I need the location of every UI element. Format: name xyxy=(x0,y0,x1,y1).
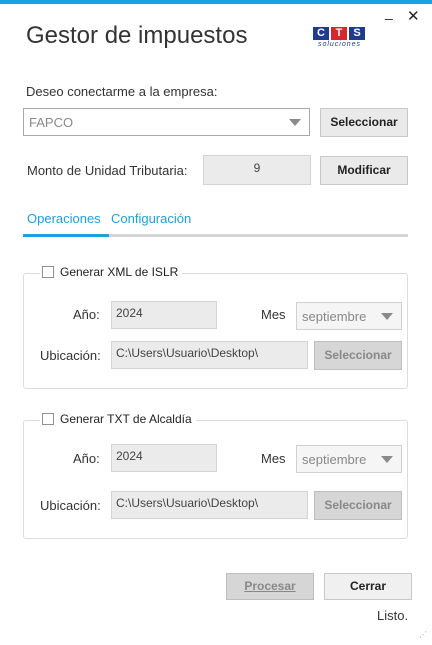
txt-group-header: Generar TXT de Alcaldía xyxy=(40,412,196,426)
logo-letter-s: S xyxy=(349,27,365,40)
txt-month-value: septiembre xyxy=(302,451,367,467)
chevron-down-icon xyxy=(381,456,393,463)
txt-location-field[interactable]: C:\Users\Usuario\Desktop\ xyxy=(111,491,308,519)
resize-grip-icon[interactable]: ⋰ xyxy=(419,631,427,639)
xml-location-field[interactable]: C:\Users\Usuario\Desktop\ xyxy=(111,341,308,369)
txt-location-label: Ubicación: xyxy=(40,498,101,513)
unit-value-field[interactable]: 9 xyxy=(203,155,311,185)
select-company-button[interactable]: Seleccionar xyxy=(320,108,408,137)
logo-letter-c: C xyxy=(313,27,329,40)
xml-islr-group: Generar XML de ISLR xyxy=(23,265,408,389)
chevron-down-icon xyxy=(289,119,301,126)
txt-alcaldia-group: Generar TXT de Alcaldía xyxy=(23,412,408,539)
cts-logo: C T S soluciones xyxy=(313,27,366,49)
minimize-button[interactable]: _ xyxy=(385,4,393,20)
txt-group-title: Generar TXT de Alcaldía xyxy=(60,412,192,426)
logo-letter-t: T xyxy=(331,27,347,40)
txt-month-select[interactable]: septiembre xyxy=(296,445,402,473)
status-text: Listo. xyxy=(377,608,409,623)
xml-month-select[interactable]: septiembre xyxy=(296,302,402,330)
txt-alcaldia-checkbox[interactable] xyxy=(42,413,54,425)
logo-tagline: soluciones xyxy=(317,41,362,48)
modify-button[interactable]: Modificar xyxy=(320,156,408,185)
xml-group-header: Generar XML de ISLR xyxy=(40,265,183,279)
company-select-value: FAPCO xyxy=(29,114,74,130)
window-accent-bar xyxy=(0,0,432,4)
txt-year-label: Año: xyxy=(73,451,100,466)
txt-month-label: Mes xyxy=(261,451,286,466)
xml-select-location-button[interactable]: Seleccionar xyxy=(314,341,402,370)
xml-year-field[interactable]: 2024 xyxy=(111,301,217,329)
xml-month-value: septiembre xyxy=(302,308,367,324)
txt-year-field[interactable]: 2024 xyxy=(111,444,217,472)
tab-configuracion[interactable]: Configuración xyxy=(111,211,191,226)
process-button[interactable]: Procesar xyxy=(226,573,314,600)
xml-year-label: Año: xyxy=(73,307,100,322)
tab-bar: Operaciones Configuración xyxy=(23,211,408,237)
xml-location-label: Ubicación: xyxy=(40,348,101,363)
close-dialog-button[interactable]: Cerrar xyxy=(324,573,412,600)
company-label: Deseo conectarme a la empresa: xyxy=(26,84,218,99)
window-title: Gestor de impuestos xyxy=(26,22,248,49)
xml-group-title: Generar XML de ISLR xyxy=(60,265,179,279)
chevron-down-icon xyxy=(381,313,393,320)
company-select[interactable]: FAPCO xyxy=(23,108,310,136)
xml-month-label: Mes xyxy=(261,307,286,322)
unit-label: Monto de Unidad Tributaria: xyxy=(27,163,188,178)
tab-active-indicator xyxy=(23,234,109,237)
tab-operaciones[interactable]: Operaciones xyxy=(27,211,101,226)
txt-select-location-button[interactable]: Seleccionar xyxy=(314,491,402,520)
xml-islr-checkbox[interactable] xyxy=(42,266,54,278)
close-button[interactable]: ✕ xyxy=(407,7,420,25)
